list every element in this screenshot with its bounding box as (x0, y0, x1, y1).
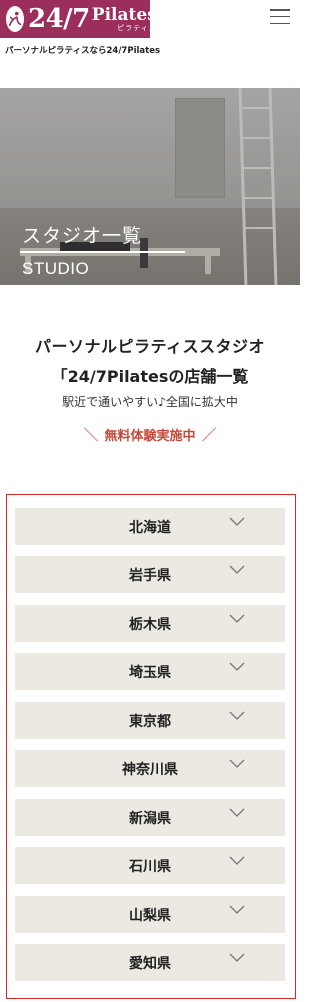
site-header: 24/7 Pilates ピラティス パーソナルピラティスなら24/7Pilat… (0, 0, 300, 62)
campaign-slash-left: ＼ (83, 426, 99, 444)
prefecture-item-ishikawa[interactable]: 石川県 (15, 847, 285, 884)
site-tagline: パーソナルピラティスなら24/7Pilates (5, 46, 161, 56)
hero-subtitle: STUDIO (22, 259, 90, 278)
intro-section: パーソナルピラティススタジオ 「24/7Pilatesの店舗一覧 駅近で通いやす… (0, 333, 300, 410)
chevron-down-icon (229, 905, 245, 914)
campaign-banner: ＼ 無料体験実施中 ／ (0, 424, 300, 445)
logo-kana: ピラティス (117, 24, 157, 32)
prefecture-label: 栃木県 (129, 616, 171, 633)
prefecture-label: 石川県 (129, 858, 171, 875)
hero-banner: スタジオ一覧 STUDIO (0, 88, 300, 285)
chevron-down-icon (229, 662, 245, 671)
prefecture-list: 北海道 岩手県 栃木県 埼玉県 東京都 神奈川県 新潟県 石川県 山梨県 愛知県 (6, 494, 296, 999)
chevron-down-icon (229, 517, 245, 526)
prefecture-item-aichi[interactable]: 愛知県 (15, 944, 285, 981)
hero-overlay (0, 88, 300, 285)
prefecture-item-niigata[interactable]: 新潟県 (15, 799, 285, 836)
brand-logo[interactable]: 24/7 Pilates ピラティス (0, 0, 157, 38)
logo-number: 24/7 (28, 4, 90, 34)
chevron-down-icon (229, 856, 245, 865)
chevron-down-icon (229, 953, 245, 962)
pilates-figure-icon (6, 6, 24, 32)
prefecture-item-yamanashi[interactable]: 山梨県 (15, 896, 285, 933)
chevron-down-icon (229, 808, 245, 817)
prefecture-label: 東京都 (129, 713, 171, 730)
prefecture-item-saitama[interactable]: 埼玉県 (15, 653, 285, 690)
logo-word: Pilates (91, 5, 157, 25)
prefecture-label: 北海道 (129, 519, 171, 536)
chevron-down-icon (229, 711, 245, 720)
prefecture-label: 愛知県 (129, 955, 171, 972)
intro-heading-line2: 「24/7Pilatesの店舗一覧 (51, 367, 249, 386)
campaign-text: 無料体験実施中 (104, 429, 196, 444)
hero-divider (20, 251, 185, 253)
hero-title: スタジオ一覧 (22, 225, 143, 247)
prefecture-item-kanagawa[interactable]: 神奈川県 (15, 750, 285, 787)
prefecture-item-hokkaido[interactable]: 北海道 (15, 508, 285, 545)
chevron-down-icon (229, 614, 245, 623)
prefecture-item-iwate[interactable]: 岩手県 (15, 556, 285, 593)
prefecture-label: 埼玉県 (129, 664, 171, 681)
prefecture-label: 神奈川県 (122, 761, 178, 778)
campaign-slash-right: ／ (201, 426, 217, 444)
chevron-down-icon (229, 759, 245, 768)
intro-description: 駅近で通いやすい♪全国に拡大中 (62, 395, 238, 409)
prefecture-label: 山梨県 (129, 907, 171, 924)
prefecture-item-tochigi[interactable]: 栃木県 (15, 605, 285, 642)
hamburger-icon[interactable] (270, 9, 290, 24)
intro-heading-line1: パーソナルピラティススタジオ (34, 337, 266, 356)
logo-text: 24/7 Pilates ピラティス (28, 6, 157, 32)
chevron-down-icon (229, 565, 245, 574)
prefecture-label: 岩手県 (129, 567, 171, 584)
prefecture-item-tokyo[interactable]: 東京都 (15, 702, 285, 739)
prefecture-label: 新潟県 (129, 810, 171, 827)
